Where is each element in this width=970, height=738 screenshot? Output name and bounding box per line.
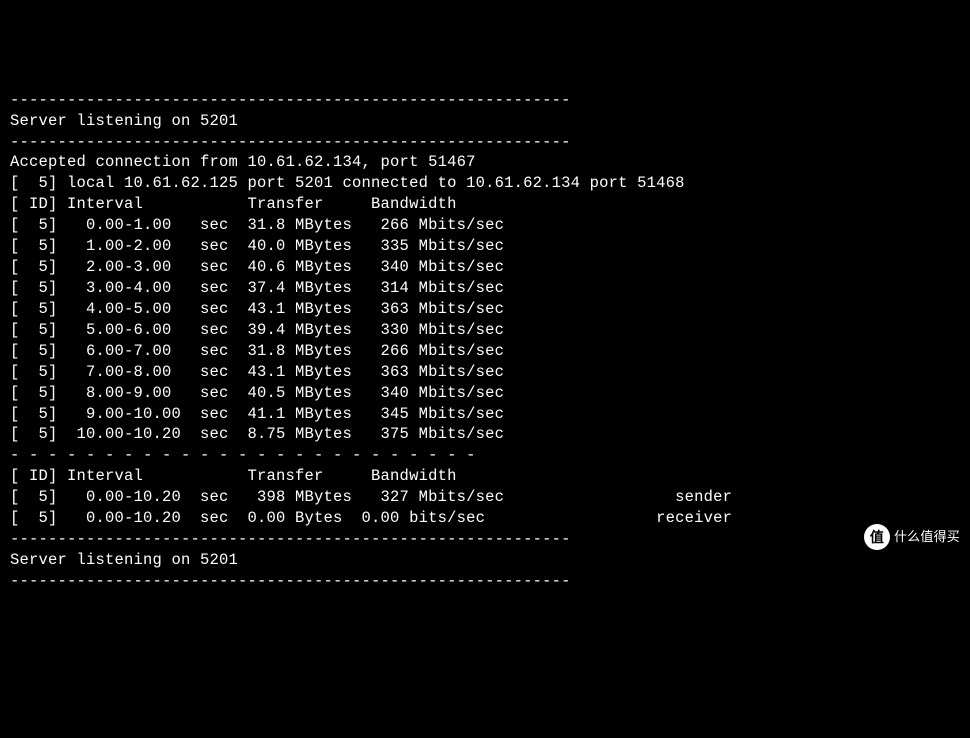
watermark-text: 什么值得买: [894, 528, 960, 546]
watermark-badge-icon: 值: [864, 524, 890, 550]
watermark: 值 什么值得买: [864, 524, 960, 550]
terminal-output: ----------------------------------------…: [10, 90, 960, 592]
